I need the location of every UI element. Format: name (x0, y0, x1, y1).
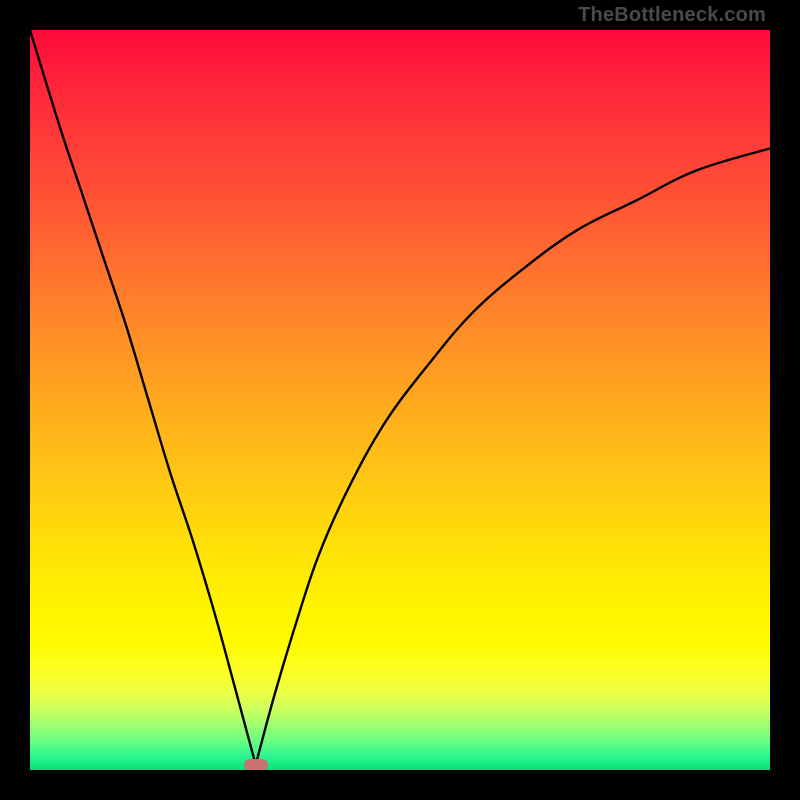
minimum-marker-icon (244, 759, 268, 770)
plot-area (30, 30, 770, 770)
watermark-text: TheBottleneck.com (578, 4, 766, 27)
bottleneck-curve (30, 30, 770, 770)
chart-frame: TheBottleneck.com (0, 0, 800, 800)
